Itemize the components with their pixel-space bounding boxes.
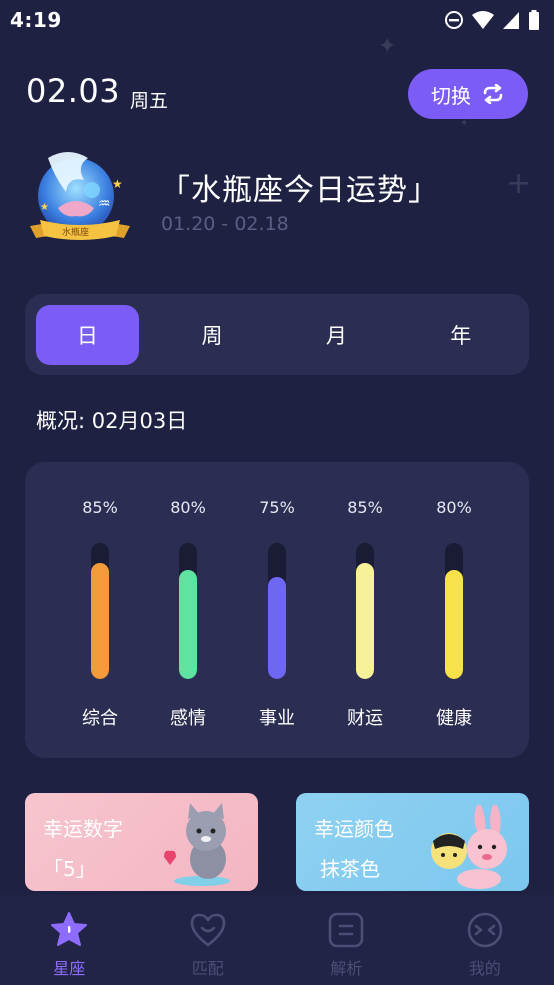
heart-icon — [190, 913, 226, 947]
bar-percent: 85% — [82, 498, 118, 517]
period-tabs: 日 周 月 年 — [25, 294, 529, 375]
bar-percent: 80% — [170, 498, 206, 517]
sign-title: 「水瓶座今日运势」 — [160, 173, 439, 208]
bunny-character-illustration — [431, 805, 507, 889]
bar-fill — [445, 570, 463, 679]
sparkle-decoration: ✦ — [378, 34, 397, 59]
refresh-icon — [483, 84, 503, 104]
sparkle-decoration: ✦ — [460, 118, 469, 129]
nav-item-profile[interactable]: 我的 — [440, 911, 530, 979]
signal-icon — [503, 12, 519, 29]
nav-label: 星座 — [53, 959, 86, 978]
fortune-bar-love: 80% 感情 — [158, 462, 218, 758]
nav-item-match[interactable]: 匹配 — [163, 911, 253, 979]
bar-label: 财运 — [347, 708, 383, 729]
switch-sign-button[interactable]: 切换 — [408, 69, 528, 119]
battery-icon — [529, 10, 539, 30]
cat-character-illustration — [164, 803, 230, 886]
emblem-ribbon-text: 水瓶座 — [62, 228, 90, 238]
lucky-number-value: 「5」 — [43, 857, 96, 881]
nav-item-analysis[interactable]: 解析 — [301, 911, 391, 979]
bar-track — [91, 543, 109, 679]
bar-label: 感情 — [170, 708, 206, 729]
bar-label: 综合 — [82, 708, 118, 729]
svg-text:★: ★ — [112, 177, 123, 191]
fortune-bar-wealth: 85% 财运 — [335, 462, 395, 758]
bottom-navigation: 星座 匹配 解析 我的 — [0, 895, 554, 985]
lucky-color-value: 抹茶色 — [320, 857, 380, 881]
bar-percent: 85% — [347, 498, 383, 517]
lucky-number-title: 幸运数字 — [43, 817, 123, 841]
bar-track — [179, 543, 197, 679]
switch-label: 切换 — [431, 83, 471, 108]
bar-track — [445, 543, 463, 679]
bar-fill — [91, 563, 109, 679]
bar-label: 健康 — [436, 708, 472, 729]
profile-face-icon — [467, 912, 503, 948]
sparkle-decoration: + — [506, 166, 532, 201]
overview-title: 概况: 02月03日 — [36, 409, 188, 433]
bar-label: 事业 — [259, 708, 295, 729]
bar-fill — [179, 570, 197, 679]
bar-percent: 80% — [436, 498, 472, 517]
fortune-bar-health: 80% 健康 — [424, 462, 484, 758]
bar-percent: 75% — [259, 498, 295, 517]
svg-text:♒: ♒ — [98, 196, 111, 212]
nav-label: 解析 — [330, 959, 363, 978]
svg-text:★: ★ — [40, 202, 49, 213]
star-icon — [51, 912, 88, 946]
lucky-color-title: 幸运颜色 — [314, 817, 394, 841]
status-bar: 4:19 — [0, 0, 554, 40]
fortune-bar-overall: 85% 综合 — [70, 462, 130, 758]
tab-week[interactable]: 周 — [155, 305, 270, 365]
wifi-icon — [472, 11, 494, 29]
bar-fill — [356, 563, 374, 679]
weekday-label: 周五 — [130, 90, 169, 112]
tab-year[interactable]: 年 — [403, 305, 518, 365]
sign-date-range: 01.20 - 02.18 — [161, 213, 289, 235]
bar-fill — [268, 577, 286, 679]
status-icons — [444, 10, 540, 30]
lucky-color-card[interactable]: 幸运颜色 抹茶色 — [296, 793, 529, 891]
nav-item-horoscope[interactable]: 星座 — [24, 911, 114, 979]
nav-label: 我的 — [468, 959, 501, 978]
aquarius-emblem: ♒ ★ ★ 水瓶座 — [28, 146, 132, 242]
fortune-bars-card: 85% 综合 80% 感情 75% 事业 85% 财运 80% 健康 — [25, 462, 529, 758]
analysis-icon — [328, 912, 364, 948]
current-date: 02.03 — [26, 72, 121, 110]
lucky-number-card[interactable]: 幸运数字 「5」 — [25, 793, 258, 891]
do-not-disturb-icon — [445, 11, 463, 29]
bar-track — [268, 543, 286, 679]
fortune-bar-career: 75% 事业 — [247, 462, 307, 758]
status-time: 4:19 — [10, 8, 62, 32]
bar-track — [356, 543, 374, 679]
tab-month[interactable]: 月 — [269, 305, 403, 365]
tab-day[interactable]: 日 — [36, 304, 139, 365]
nav-label: 匹配 — [191, 959, 224, 978]
